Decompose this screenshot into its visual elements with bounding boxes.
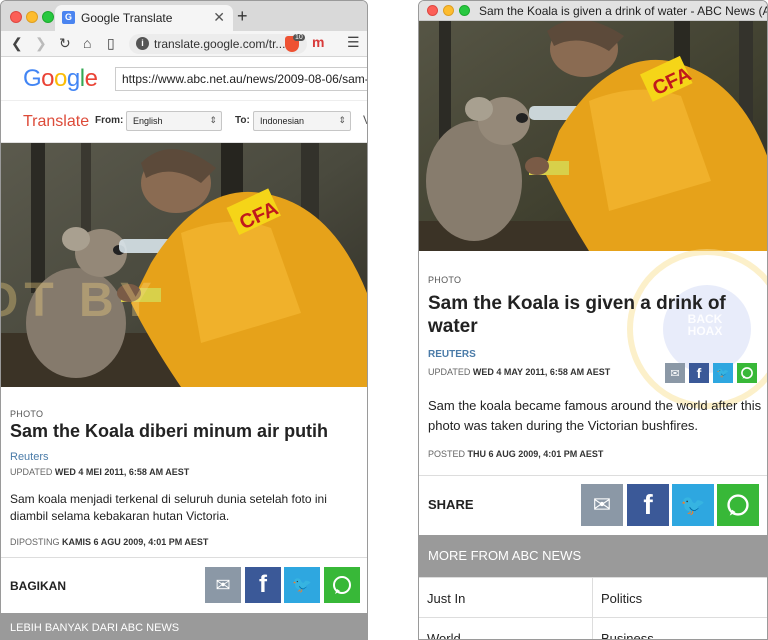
whatsapp-icon bbox=[727, 494, 749, 516]
google-logo[interactable]: Google bbox=[23, 65, 98, 93]
maximize-window-button[interactable] bbox=[42, 11, 54, 23]
whatsapp-icon bbox=[333, 576, 351, 594]
article-headline: Sam the Koala is given a drink of water bbox=[428, 293, 726, 337]
minimize-window-button[interactable] bbox=[26, 11, 38, 23]
close-tab-icon[interactable]: ✕ bbox=[213, 9, 225, 26]
article-updated: UPDATED WED 4 MEI 2011, 6:58 AM AEST bbox=[10, 467, 190, 477]
reload-icon[interactable]: ↻ bbox=[59, 35, 71, 52]
browser-toolbar: ❮ ❯ ↻ ⌂ ▯ i translate.google.com/tr... 1… bbox=[1, 31, 367, 57]
forward-icon[interactable]: ❯ bbox=[35, 35, 47, 52]
home-icon[interactable]: ⌂ bbox=[83, 35, 91, 51]
translate-label: Translate bbox=[23, 113, 90, 130]
to-language-select[interactable]: Indonesian bbox=[253, 111, 351, 131]
share-twitter-button[interactable]: 🐦 bbox=[672, 484, 714, 526]
minimize-window-button[interactable] bbox=[443, 5, 454, 16]
facebook-icon: f bbox=[643, 489, 653, 520]
koala-photo: CFA bbox=[419, 21, 767, 251]
article-headline: Sam the Koala diberi minum air putih bbox=[10, 421, 329, 441]
share-label: SHARE bbox=[428, 497, 474, 512]
mail-icon: ✉ bbox=[592, 492, 612, 517]
bookmark-icon[interactable]: ▯ bbox=[107, 35, 115, 52]
window-title: Sam the Koala is given a drink of water … bbox=[479, 4, 768, 18]
link-politics[interactable]: Politics bbox=[593, 578, 767, 618]
window-title-bar: Sam the Koala is given a drink of water … bbox=[419, 1, 767, 21]
mail-icon: ✉ bbox=[670, 367, 680, 380]
facebook-icon: f bbox=[696, 365, 702, 381]
share-twitter-small-button[interactable]: 🐦 bbox=[713, 363, 733, 383]
site-info-icon[interactable]: i bbox=[136, 37, 149, 50]
share-mail-button[interactable]: ✉ bbox=[581, 484, 623, 526]
google-header: Google https://www.abc.net.au/news/2009-… bbox=[1, 57, 367, 101]
tab-google-translate[interactable]: G Google Translate ✕ bbox=[55, 5, 233, 31]
watermark-text: OT BY bbox=[1, 274, 158, 327]
to-label: To: bbox=[235, 115, 250, 126]
twitter-icon: 🐦 bbox=[716, 367, 730, 379]
translate-bar: Translate From: English To: Indonesian V bbox=[1, 101, 367, 143]
more-from-abc-header: MORE FROM ABC NEWS bbox=[419, 535, 767, 577]
link-world[interactable]: World bbox=[419, 618, 593, 639]
menu-icon[interactable]: ☰ bbox=[347, 34, 360, 51]
address-bar[interactable]: i translate.google.com/tr... bbox=[129, 34, 307, 54]
article-body: Sam the koala became famous around the w… bbox=[428, 398, 762, 433]
tab-title: Google Translate bbox=[81, 11, 173, 25]
translate-url-input[interactable]: https://www.abc.net.au/news/2009-08-06/s… bbox=[115, 67, 367, 91]
google-translate-icon: G bbox=[62, 11, 75, 24]
left-browser-window: G Google Translate ✕ + ❮ ❯ ↻ ⌂ ▯ i trans… bbox=[0, 0, 368, 640]
article-source-link[interactable]: REUTERS bbox=[428, 349, 476, 360]
share-whatsapp-button[interactable] bbox=[717, 484, 759, 526]
facebook-icon: f bbox=[259, 571, 267, 598]
link-business[interactable]: Business bbox=[593, 618, 767, 639]
twitter-icon: 🐦 bbox=[292, 577, 312, 594]
link-just-in[interactable]: Just In bbox=[419, 578, 593, 618]
back-icon[interactable]: ❮ bbox=[11, 35, 23, 52]
share-facebook-small-button[interactable]: f bbox=[689, 363, 709, 383]
extension-m-icon[interactable]: m bbox=[312, 34, 324, 50]
close-window-button[interactable] bbox=[10, 11, 22, 23]
article-kicker: PHOTO bbox=[10, 409, 44, 419]
article-source-link[interactable]: Reuters bbox=[10, 451, 49, 463]
share-twitter-button[interactable]: 🐦 bbox=[284, 567, 320, 603]
from-label: From: bbox=[95, 115, 124, 126]
article-posted: POSTED THU 6 AUG 2009, 4:01 PM AEST bbox=[428, 449, 604, 459]
share-facebook-button[interactable]: f bbox=[245, 567, 281, 603]
whatsapp-icon bbox=[741, 367, 753, 379]
brave-shield-count: 10 bbox=[293, 34, 305, 41]
from-language-select[interactable]: English bbox=[126, 111, 222, 131]
view-menu-cut: V bbox=[363, 113, 367, 127]
right-browser-window: Sam the Koala is given a drink of water … bbox=[418, 0, 768, 640]
share-mail-small-button[interactable]: ✉ bbox=[665, 363, 685, 383]
address-bar-url: translate.google.com/tr... bbox=[154, 37, 286, 51]
share-whatsapp-small-button[interactable] bbox=[737, 363, 757, 383]
tab-strip: G Google Translate ✕ + bbox=[1, 1, 367, 31]
more-from-abc-header: LEBIH BANYAK DARI ABC NEWS bbox=[1, 613, 367, 639]
maximize-window-button[interactable] bbox=[459, 5, 470, 16]
article-posted: DIPOSTING KAMIS 6 AGU 2009, 4:01 PM AEST bbox=[10, 537, 209, 547]
twitter-icon: 🐦 bbox=[680, 494, 706, 517]
share-whatsapp-button[interactable] bbox=[324, 567, 360, 603]
article-updated: UPDATED WED 4 MAY 2011, 6:58 AM AEST bbox=[428, 367, 611, 377]
share-facebook-button[interactable]: f bbox=[627, 484, 669, 526]
mail-icon: ✉ bbox=[215, 574, 231, 595]
close-window-button[interactable] bbox=[427, 5, 438, 16]
new-tab-button[interactable]: + bbox=[237, 6, 248, 27]
article-body: Sam koala menjadi terkenal di seluruh du… bbox=[10, 492, 327, 523]
share-mail-button[interactable]: ✉ bbox=[205, 567, 241, 603]
more-links-grid: Just In Politics World Business bbox=[419, 577, 767, 639]
koala-photo: CFA OT BY bbox=[1, 143, 367, 387]
article-kicker: PHOTO bbox=[428, 275, 462, 285]
share-label: BAGIKAN bbox=[10, 579, 66, 593]
